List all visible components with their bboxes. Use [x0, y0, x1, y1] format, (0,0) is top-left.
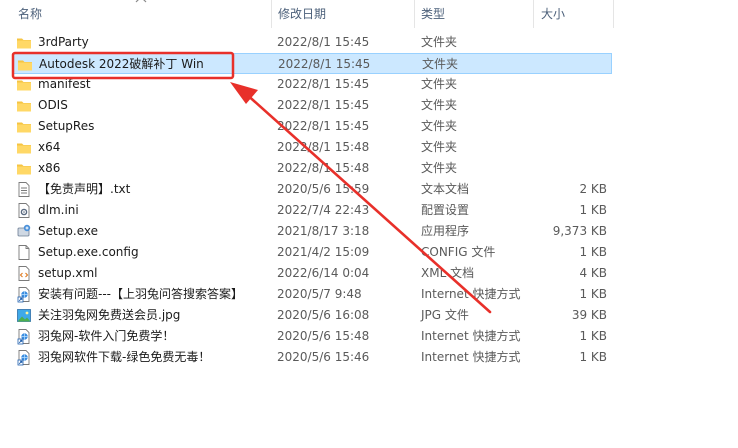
- file-modified-date: 2022/8/1 15:45: [277, 98, 370, 112]
- folder-icon: [16, 118, 32, 135]
- settings-file-icon: [16, 202, 32, 219]
- file-type: CONFIG 文件: [421, 245, 496, 259]
- file-list-row[interactable]: SetupRes 2022/8/1 15:45 文件夹: [12, 116, 612, 137]
- file-size: 1 KB: [579, 287, 607, 301]
- file-list-row[interactable]: 羽兔网-软件入门免费学！ 2020/5/6 15:48 Internet 快捷方式 1…: [12, 326, 612, 347]
- file-modified-date: 2022/8/1 15:48: [277, 161, 370, 175]
- file-name: 【免责声明】.txt: [38, 182, 131, 196]
- file-modified-date: 2022/8/1 15:45: [277, 77, 370, 91]
- folder-icon: [16, 139, 32, 156]
- internet-shortcut-icon: [16, 349, 32, 366]
- file-type: 文件夹: [421, 98, 458, 112]
- file-type: 文件夹: [421, 119, 458, 133]
- file-name: 羽兔网-软件入门免费学！: [38, 329, 175, 343]
- sort-ascending-icon[interactable]: [134, 0, 148, 4]
- file-list-row[interactable]: x64 2022/8/1 15:48 文件夹: [12, 137, 612, 158]
- file-type: 文件夹: [422, 57, 459, 71]
- file-size: 4 KB: [579, 266, 607, 280]
- file-modified-date: 2020/5/6 15:46: [277, 350, 370, 364]
- column-divider[interactable]: [613, 0, 614, 28]
- file-name: 羽兔网软件下载-绿色免费无毒！: [38, 350, 211, 364]
- setup-exe-icon: [16, 223, 32, 240]
- file-modified-date: 2022/8/1 15:48: [277, 140, 370, 154]
- text-file-icon: [16, 181, 32, 198]
- file-type: Internet 快捷方式: [421, 329, 521, 343]
- file-type: Internet 快捷方式: [421, 350, 521, 364]
- file-modified-date: 2022/8/1 15:45: [277, 35, 370, 49]
- file-modified-date: 2020/5/7 9:48: [277, 287, 362, 301]
- internet-shortcut-icon: [16, 286, 32, 303]
- file-list-row[interactable]: Autodesk 2022破解补丁 Win 2022/8/1 15:45 文件夹: [12, 53, 612, 74]
- file-type: 文本文档: [421, 182, 470, 196]
- column-divider[interactable]: [414, 0, 415, 28]
- image-file-icon: [16, 307, 32, 324]
- file-size: 1 KB: [579, 245, 607, 259]
- file-list-row[interactable]: setup.xml 2022/6/14 0:04 XML 文档 4 KB: [12, 263, 612, 284]
- file-modified-date: 2022/8/1 15:45: [277, 119, 370, 133]
- folder-icon: [16, 97, 32, 114]
- file-list-row[interactable]: manifest 2022/8/1 15:45 文件夹: [12, 74, 612, 95]
- file-type: 配置设置: [421, 203, 470, 217]
- file-type: XML 文档: [421, 266, 475, 280]
- file-list-row[interactable]: Setup.exe 2021/8/17 3:18 应用程序 9,373 KB: [12, 221, 612, 242]
- file-modified-date: 2022/7/4 22:43: [277, 203, 370, 217]
- file-modified-date: 2022/6/14 0:04: [277, 266, 370, 280]
- file-name: SetupRes: [38, 119, 95, 133]
- file-size: 1 KB: [579, 203, 607, 217]
- folder-icon: [16, 34, 32, 51]
- file-name: 安装有问题---【上羽兔问答搜索答案】: [38, 287, 243, 301]
- blank-file-icon: [16, 244, 32, 261]
- file-type: 文件夹: [421, 140, 458, 154]
- file-name: ODIS: [38, 98, 68, 112]
- file-modified-date: 2020/5/6 15:59: [277, 182, 370, 196]
- file-type: JPG 文件: [421, 308, 469, 322]
- file-list-row[interactable]: Setup.exe.config 2021/4/2 15:09 CONFIG 文件 1…: [12, 242, 612, 263]
- folder-icon: [16, 160, 32, 177]
- file-modified-date: 2020/5/6 15:48: [277, 329, 370, 343]
- column-header: 名称 修改日期 类型 大小: [0, 0, 738, 28]
- file-name: x86: [38, 161, 61, 175]
- file-name: Setup.exe.config: [38, 245, 139, 259]
- file-name: Autodesk 2022破解补丁 Win: [39, 57, 204, 71]
- file-modified-date: 2020/5/6 16:08: [277, 308, 370, 322]
- file-name: 3rdParty: [38, 35, 89, 49]
- file-name: Setup.exe: [38, 224, 99, 238]
- column-divider[interactable]: [271, 0, 272, 28]
- internet-shortcut-icon: [16, 328, 32, 345]
- file-list-row[interactable]: 羽兔网软件下载-绿色免费无毒！ 2020/5/6 15:46 Internet 快捷…: [12, 347, 612, 368]
- file-modified-date: 2021/8/17 3:18: [277, 224, 370, 238]
- file-list-row[interactable]: ODIS 2022/8/1 15:45 文件夹: [12, 95, 612, 116]
- file-list-row[interactable]: 3rdParty 2022/8/1 15:45 文件夹: [12, 32, 612, 53]
- file-list-row[interactable]: 【免责声明】.txt 2020/5/6 15:59 文本文档 2 KB: [12, 179, 612, 200]
- folder-icon: [16, 76, 32, 93]
- column-header-date[interactable]: 修改日期: [278, 0, 326, 28]
- file-name: setup.xml: [38, 266, 98, 280]
- file-type: 文件夹: [421, 161, 458, 175]
- column-header-type[interactable]: 类型: [421, 0, 445, 28]
- file-list-row[interactable]: 关注羽兔网免费送会员.jpg 2020/5/6 16:08 JPG 文件 39 KB: [12, 305, 612, 326]
- column-divider[interactable]: [533, 0, 534, 28]
- file-type: 文件夹: [421, 77, 458, 91]
- file-size: 39 KB: [571, 308, 607, 322]
- file-list-row[interactable]: dlm.ini 2022/7/4 22:43 配置设置 1 KB: [12, 200, 612, 221]
- file-size: 9,373 KB: [552, 224, 607, 238]
- column-header-name[interactable]: 名称: [18, 0, 42, 28]
- file-size: 2 KB: [579, 182, 607, 196]
- file-name: 关注羽兔网免费送会员.jpg: [38, 308, 181, 322]
- file-list-row[interactable]: 安装有问题---【上羽兔问答搜索答案】 2020/5/7 9:48 Internet…: [12, 284, 612, 305]
- file-type: 应用程序: [421, 224, 470, 238]
- file-name: dlm.ini: [38, 203, 79, 217]
- file-type: 文件夹: [421, 35, 458, 49]
- file-modified-date: 2021/4/2 15:09: [277, 245, 370, 259]
- file-name: manifest: [38, 77, 91, 91]
- file-size: 1 KB: [579, 350, 607, 364]
- file-list-row[interactable]: x86 2022/8/1 15:48 文件夹: [12, 158, 612, 179]
- file-type: Internet 快捷方式: [421, 287, 521, 301]
- file-name: x64: [38, 140, 61, 154]
- folder-icon: [17, 56, 33, 73]
- file-modified-date: 2022/8/1 15:45: [278, 57, 371, 71]
- file-size: 1 KB: [579, 329, 607, 343]
- column-header-size[interactable]: 大小: [541, 0, 565, 28]
- xml-file-icon: [16, 265, 32, 282]
